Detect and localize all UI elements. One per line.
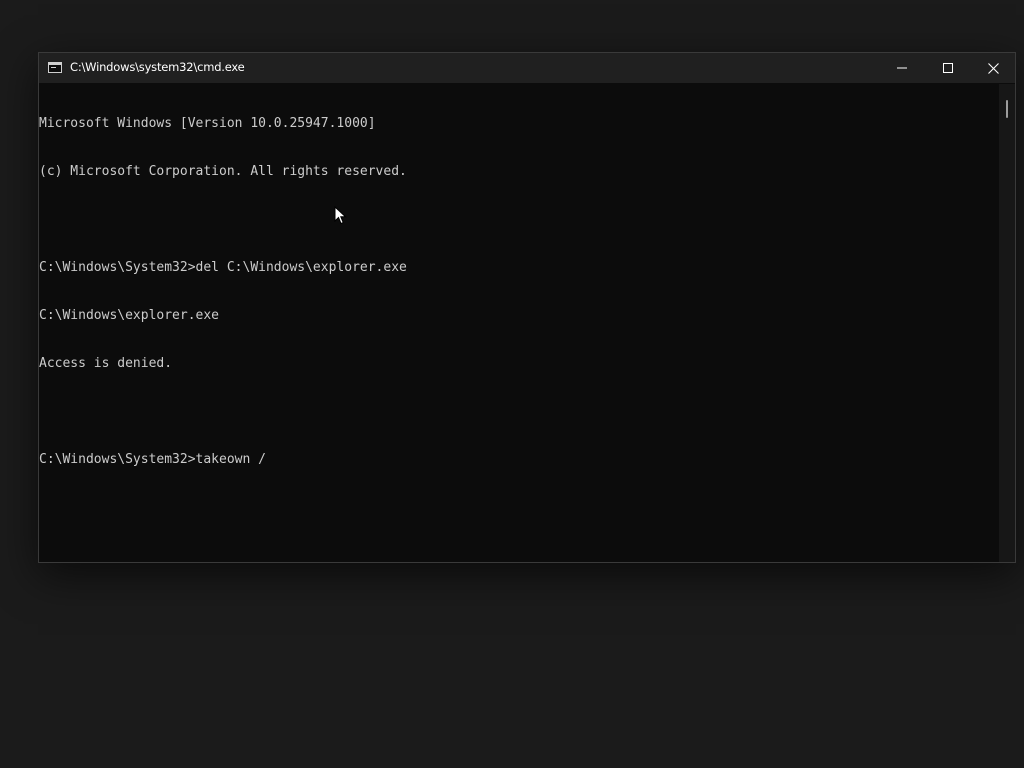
cmd-app-icon[interactable] <box>48 62 62 73</box>
console-command-line[interactable]: C:\Windows\System32>takeown / <box>39 452 999 468</box>
close-icon <box>987 62 999 74</box>
console-line: C:\Windows\explorer.exe <box>39 308 220 323</box>
console-line: (c) Microsoft Corporation. All rights re… <box>39 164 407 179</box>
console-text: Microsoft Windows [Version 10.0.25947.10… <box>39 84 999 500</box>
minimize-button[interactable] <box>879 53 925 83</box>
scrollbar-thumb[interactable] <box>1006 100 1008 118</box>
maximize-button[interactable] <box>925 53 971 83</box>
window-title: C:\Windows\system32\cmd.exe <box>70 60 245 74</box>
close-button[interactable] <box>970 53 1016 83</box>
console-line: C:\Windows\System32>del C:\Windows\explo… <box>39 260 407 275</box>
minimize-icon <box>897 67 907 69</box>
desktop-background: C:\Windows\system32\cmd.exe Microsoft Wi… <box>0 0 1024 768</box>
cmd-window[interactable]: C:\Windows\system32\cmd.exe Microsoft Wi… <box>38 52 1016 563</box>
console-output-area[interactable]: Microsoft Windows [Version 10.0.25947.10… <box>39 84 999 562</box>
title-bar[interactable]: C:\Windows\system32\cmd.exe <box>39 53 1015 83</box>
console-line: Access is denied. <box>39 356 173 371</box>
vertical-scrollbar[interactable] <box>999 84 1015 562</box>
maximize-icon <box>943 63 953 73</box>
console-line: Microsoft Windows [Version 10.0.25947.10… <box>39 116 376 131</box>
